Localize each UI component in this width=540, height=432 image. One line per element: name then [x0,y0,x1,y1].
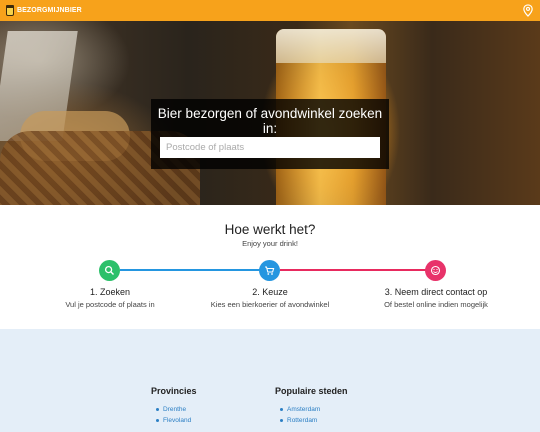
hero-beer-foam-image [276,29,386,63]
step-1-description: Vul je postcode of plaats in [65,300,155,309]
step-2-title: 2. Keuze [252,287,288,297]
step-3-description: Of bestel online indien mogelijk [384,300,488,309]
logo-text: BEZORGMIJNBIER [17,7,82,14]
how-it-works-section: Hoe werkt het? Enjoy your drink! 1. Zoek… [0,205,540,329]
city-link[interactable]: Rotterdam [275,417,348,424]
step-1-badge [99,260,120,281]
search-icon [104,265,114,275]
provinces-column: Provincies Drenthe Flevoland [151,386,197,428]
hero-banner: Bier bezorgen of avondwinkel zoeken in: [0,21,540,205]
step-connector-blue [120,269,260,271]
provinces-title: Provincies [151,386,197,396]
provinces-list: Drenthe Flevoland [151,406,197,424]
city-link[interactable]: Amsterdam [275,406,348,413]
cities-list: Amsterdam Rotterdam [275,406,348,424]
step-2-description: Kies een bierkoerier of avondwinkel [210,300,330,309]
step-3-title: 3. Neem direct contact op [384,287,488,297]
map-pin-icon[interactable] [522,4,534,17]
step-connector-red [280,269,426,271]
section-subtitle: Enjoy your drink! [242,239,298,248]
section-title: Hoe werkt het? [224,222,316,237]
cart-icon [265,266,275,275]
step-1-title: 1. Zoeken [89,287,131,297]
search-panel: Bier bezorgen of avondwinkel zoeken in: [151,99,389,169]
step-3-badge [425,260,446,281]
cities-column: Populaire steden Amsterdam Rotterdam [275,386,348,428]
cities-title: Populaire steden [275,386,348,396]
top-bar: BEZORGMIJNBIER [0,0,540,21]
search-title: Bier bezorgen of avondwinkel zoeken in: [157,106,383,136]
logo[interactable]: BEZORGMIJNBIER [6,5,82,16]
beer-glass-icon [6,5,14,16]
footer-links-section: Provincies Drenthe Flevoland Populaire s… [0,329,540,432]
province-link[interactable]: Flevoland [151,417,197,424]
postcode-search-input[interactable] [160,137,380,158]
step-2-badge [259,260,280,281]
province-link[interactable]: Drenthe [151,406,197,413]
smiley-icon [430,265,441,276]
